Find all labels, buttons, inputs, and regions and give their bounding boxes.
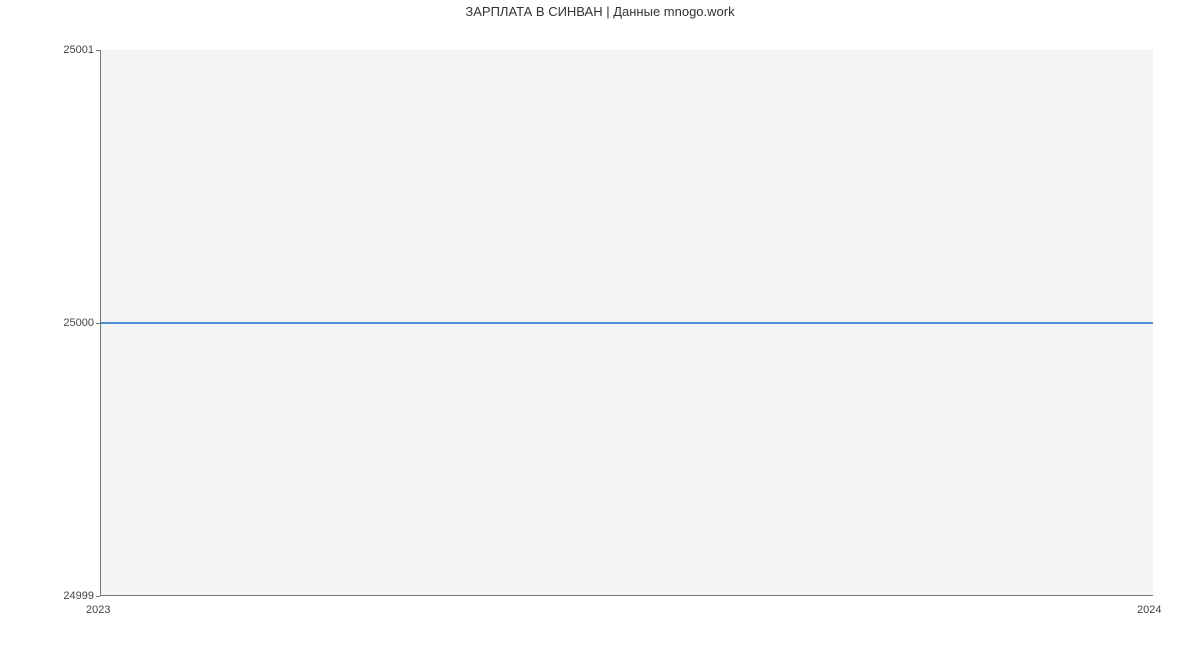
- y-tick-label: 25000: [63, 317, 94, 329]
- y-tick-mark: [96, 596, 100, 597]
- y-tick-label: 25001: [63, 44, 94, 56]
- y-tick-label: 24999: [63, 590, 94, 602]
- plot-area: [100, 50, 1153, 596]
- data-series-line: [101, 322, 1153, 324]
- salary-chart: ЗАРПЛАТА В СИНВАН | Данные mnogo.work 24…: [0, 0, 1200, 650]
- x-tick-label: 2023: [86, 604, 110, 616]
- x-tick-label: 2024: [1137, 604, 1161, 616]
- chart-title: ЗАРПЛАТА В СИНВАН | Данные mnogo.work: [0, 4, 1200, 19]
